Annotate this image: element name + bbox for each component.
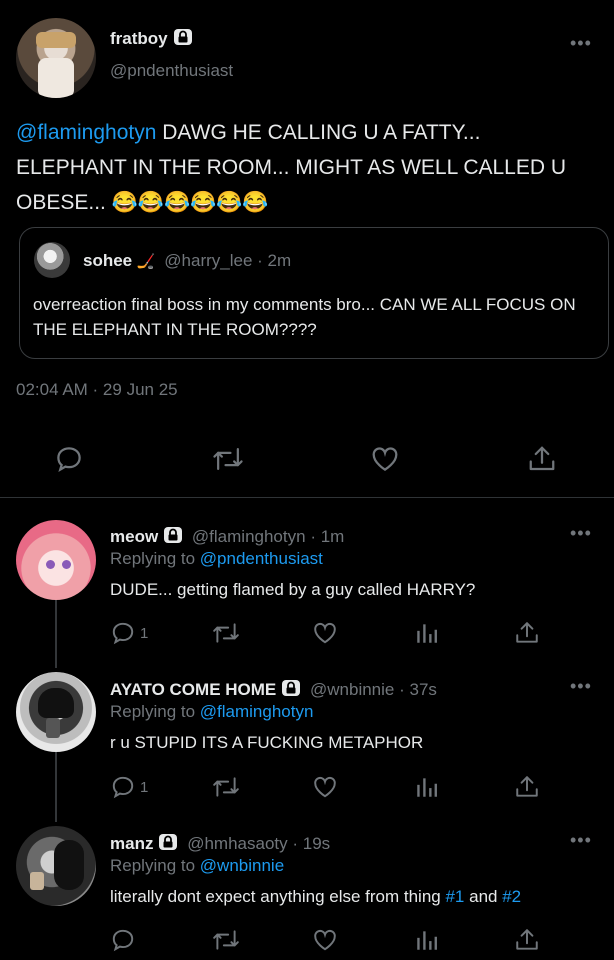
tweet-mention[interactable]: @flaminghotyn xyxy=(16,121,156,144)
retweet-button[interactable] xyxy=(212,444,244,474)
reply-text: DUDE... getting flamed by a guy called H… xyxy=(110,580,476,599)
retweet-icon xyxy=(213,930,239,950)
retweet-button[interactable] xyxy=(212,774,240,800)
more-options-icon[interactable]: ••• xyxy=(570,34,592,52)
like-button[interactable] xyxy=(312,927,338,953)
author-display-name[interactable]: fratboy xyxy=(110,29,168,48)
replying-to: Replying to @flaminghotyn xyxy=(110,701,313,723)
reply-count: 1 xyxy=(140,778,149,796)
tweet-text: @flaminghotyn DAWG HE CALLING U A FATTY.… xyxy=(16,115,586,220)
reply-handle[interactable]: @flaminghotyn xyxy=(192,527,306,546)
thread-line xyxy=(55,600,57,668)
reply-button[interactable] xyxy=(54,444,84,474)
reply-time: · 37s xyxy=(399,680,437,699)
replying-to: Replying to @wnbinnie xyxy=(110,855,284,877)
like-button[interactable] xyxy=(370,444,400,474)
share-upload-icon xyxy=(516,622,538,643)
replying-to-label: Replying to xyxy=(110,549,200,568)
share-button[interactable] xyxy=(514,620,540,646)
retweet-icon xyxy=(213,777,239,797)
views-bar-icon xyxy=(417,778,437,797)
replying-to-label: Replying to xyxy=(110,856,200,875)
share-button[interactable] xyxy=(514,774,540,800)
share-button[interactable] xyxy=(527,444,557,474)
reply-text: literally dont expect anything else from… xyxy=(110,886,521,908)
heart-icon xyxy=(372,447,398,471)
retweet-button[interactable] xyxy=(212,620,240,646)
more-options-icon[interactable]: ••• xyxy=(570,677,592,695)
like-button[interactable] xyxy=(312,774,338,800)
heart-icon xyxy=(314,776,336,798)
views-bar-icon xyxy=(417,931,437,950)
reply-button[interactable]: 1 xyxy=(110,620,148,646)
reply-bubble-icon xyxy=(57,447,81,473)
reply-text-part: and xyxy=(464,887,503,906)
quoted-time: · 2m xyxy=(257,251,292,270)
reply-count: 1 xyxy=(140,624,149,642)
share-upload-icon xyxy=(516,929,538,950)
hockey-stick-emoji: 🏒 xyxy=(136,253,156,270)
heart-icon xyxy=(314,622,336,644)
reply-bubble-icon xyxy=(112,776,134,799)
retweet-button[interactable] xyxy=(212,927,240,953)
hashtag-link[interactable]: #1 xyxy=(445,887,464,906)
replying-to-handle[interactable]: @flaminghotyn xyxy=(200,702,314,721)
like-button[interactable] xyxy=(312,620,338,646)
author-avatar[interactable] xyxy=(16,18,96,98)
reply-bubble-icon xyxy=(112,929,134,952)
hashtag-link[interactable]: #2 xyxy=(502,887,521,906)
quoted-tweet-card[interactable]: sohee 🏒 @harry_lee · 2m overreaction fin… xyxy=(19,227,609,359)
reply-avatar[interactable] xyxy=(16,520,96,600)
views-bar-icon xyxy=(417,624,437,643)
reply-text: r u STUPID ITS A FUCKING METAPHOR xyxy=(110,733,424,752)
views-button[interactable] xyxy=(414,774,440,800)
reply-avatar[interactable] xyxy=(16,826,96,906)
replying-to-label: Replying to xyxy=(110,702,200,721)
section-divider xyxy=(0,497,614,498)
tweet-timestamp[interactable]: 02:04 AM · 29 Jun 25 xyxy=(16,380,178,400)
thread-line xyxy=(55,752,57,822)
share-button[interactable] xyxy=(514,927,540,953)
quoted-text: overreaction final boss in my comments b… xyxy=(33,295,576,339)
reply-avatar[interactable] xyxy=(16,672,96,752)
quoted-author-row: sohee 🏒 @harry_lee · 2m xyxy=(83,250,291,273)
reply-time: · 1m xyxy=(310,527,345,546)
reply-handle[interactable]: @hmhasaoty xyxy=(187,834,287,853)
reply-display-name[interactable]: manz xyxy=(110,834,153,853)
lock-icon xyxy=(281,679,301,703)
lock-icon xyxy=(173,28,193,52)
share-upload-icon xyxy=(529,446,555,471)
reply-handle[interactable]: @wnbinnie xyxy=(310,680,394,699)
replying-to-handle[interactable]: @wnbinnie xyxy=(200,856,284,875)
reply-author-row: manz @hmhasaoty · 19s xyxy=(110,833,330,857)
reply-button[interactable]: 1 xyxy=(110,774,148,800)
views-button[interactable] xyxy=(414,927,440,953)
retweet-icon xyxy=(213,623,239,643)
more-options-icon[interactable]: ••• xyxy=(570,524,592,542)
lock-icon xyxy=(158,833,178,857)
reply-display-name[interactable]: AYATO COME HOME xyxy=(110,680,276,699)
lock-icon xyxy=(163,526,183,550)
replying-to-handle[interactable]: @pndenthusiast xyxy=(200,549,323,568)
reply-author-row: AYATO COME HOME @wnbinnie · 37s xyxy=(110,679,437,703)
views-button[interactable] xyxy=(414,620,440,646)
reply-text-part: literally dont expect anything else from… xyxy=(110,887,446,906)
reply-time: · 19s xyxy=(292,834,331,853)
reply-button[interactable] xyxy=(110,927,140,953)
quoted-display-name: sohee xyxy=(83,251,133,270)
quoted-handle: @harry_lee xyxy=(164,251,253,270)
author-name-row: fratboy xyxy=(110,28,193,52)
quoted-author-avatar xyxy=(34,242,70,278)
reply-author-row: meow @flaminghotyn · 1m xyxy=(110,526,344,550)
more-options-icon[interactable]: ••• xyxy=(570,831,592,849)
reply-display-name[interactable]: meow xyxy=(110,527,158,546)
reply-bubble-icon xyxy=(112,622,134,645)
retweet-icon xyxy=(213,448,243,470)
heart-icon xyxy=(314,929,336,951)
share-upload-icon xyxy=(516,776,538,797)
replying-to: Replying to @pndenthusiast xyxy=(110,548,323,570)
author-handle[interactable]: @pndenthusiast xyxy=(110,61,233,81)
